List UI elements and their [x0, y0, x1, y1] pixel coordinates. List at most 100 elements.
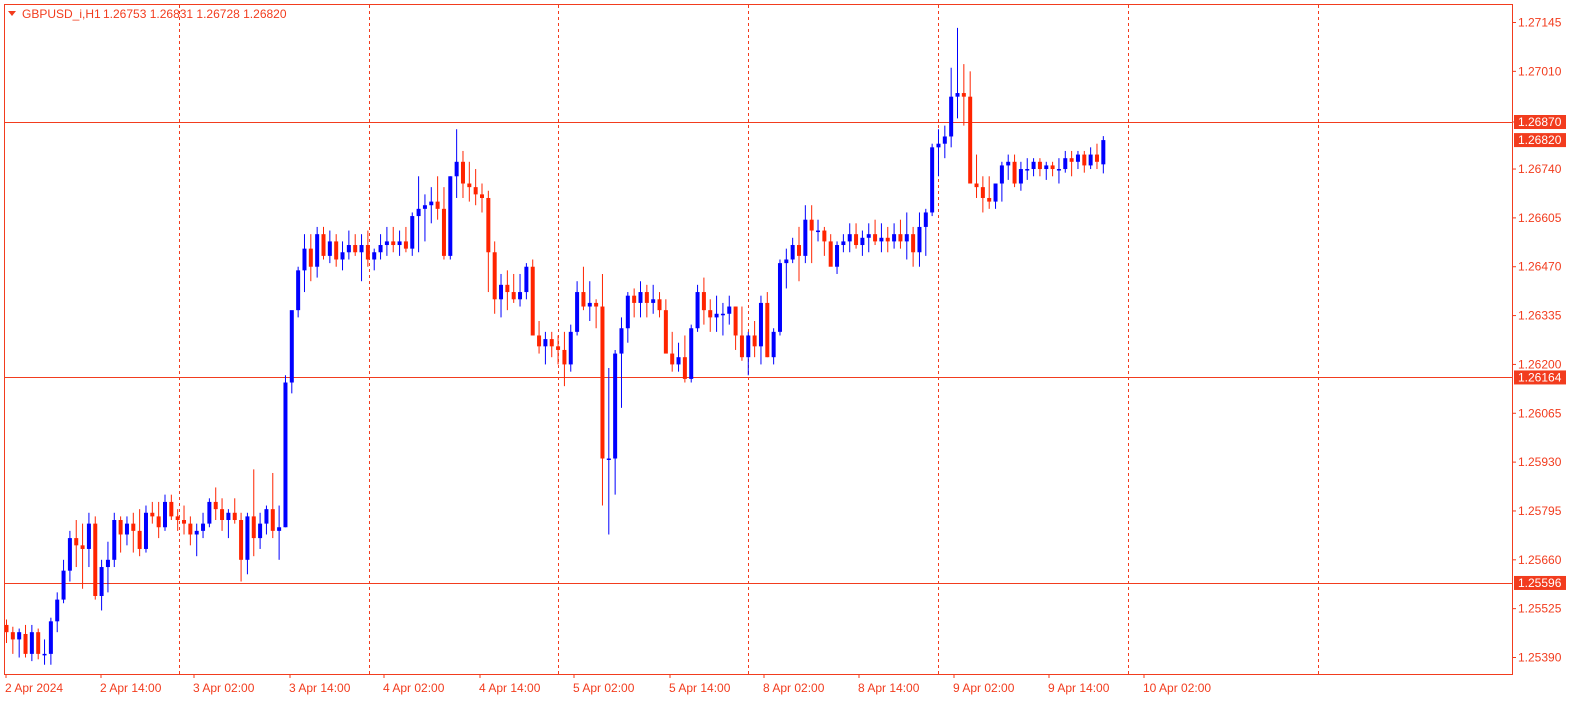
price-tick-label: 1.27010 — [1518, 64, 1562, 78]
candle-body — [638, 292, 643, 303]
candle-body — [1094, 154, 1099, 162]
candle-body — [720, 313, 725, 316]
price-tick-label: 1.26470 — [1518, 260, 1562, 274]
price-chart[interactable]: 1.27145 1.27010 1.26870 1.26740 1.26605 1.264… — [0, 0, 1586, 709]
candle-body — [378, 245, 383, 253]
candle-body — [739, 335, 744, 358]
candle-body — [854, 234, 859, 246]
price-tick-label: 1.25795 — [1518, 504, 1562, 518]
candle-body — [885, 237, 890, 242]
candle-body — [182, 520, 187, 524]
candle-body — [993, 183, 998, 202]
candle-body — [232, 512, 237, 521]
candle-body — [10, 632, 15, 640]
candle-body — [644, 292, 649, 303]
candle-body — [384, 241, 389, 246]
candle-body — [708, 310, 713, 318]
candle-body — [1088, 154, 1093, 166]
candle-body — [771, 331, 776, 358]
candle-body — [511, 292, 516, 300]
price-tick-label: 1.26740 — [1518, 162, 1562, 176]
price-tag-label: 1.26870 — [1518, 115, 1562, 129]
candle-body — [448, 176, 453, 256]
candle-body — [714, 313, 719, 318]
candle-body — [980, 187, 985, 198]
candle — [207, 498, 212, 528]
candle-body — [949, 96, 954, 137]
candle-body — [670, 353, 675, 365]
candle-body — [594, 302, 599, 307]
candle-body — [137, 530, 142, 549]
candle-body — [568, 331, 573, 365]
candle-body — [1012, 161, 1017, 184]
candle-body — [480, 194, 484, 198]
candle-body — [784, 259, 789, 264]
candle-body — [701, 292, 706, 311]
candle-body — [422, 205, 427, 209]
candle-body — [55, 599, 60, 622]
time-label: 8 Apr 14:00 — [858, 681, 920, 695]
candle — [283, 375, 288, 528]
candle-body — [391, 241, 396, 246]
candle-body — [663, 310, 668, 354]
candle-body — [689, 328, 694, 379]
candle-body — [613, 353, 618, 459]
candle-body — [321, 234, 326, 256]
candle-body — [213, 501, 218, 510]
candle — [448, 176, 453, 260]
time-label: 9 Apr 14:00 — [1048, 681, 1110, 695]
candle — [296, 266, 301, 318]
candle-body — [866, 234, 871, 238]
candle-body — [835, 245, 840, 267]
candle-body — [131, 523, 136, 531]
candle-body — [441, 208, 446, 256]
candle-body — [175, 516, 180, 521]
candle-body — [942, 136, 947, 144]
candle-body — [207, 501, 212, 524]
candle — [689, 324, 694, 383]
time-label: 5 Apr 14:00 — [669, 681, 731, 695]
candle-body — [403, 241, 408, 249]
time-label: 8 Apr 02:00 — [763, 681, 825, 695]
candle-body — [682, 357, 687, 379]
candle-body — [143, 512, 148, 549]
candle-body — [562, 349, 567, 365]
price-tick-label: 1.26065 — [1518, 406, 1562, 420]
candle-body — [17, 632, 22, 640]
candle — [289, 310, 294, 394]
candle-body — [289, 310, 294, 383]
time-label: 4 Apr 02:00 — [383, 681, 445, 695]
candle-body — [270, 509, 275, 531]
candle-body — [917, 226, 922, 253]
candle — [777, 259, 782, 336]
candle-body — [150, 512, 155, 517]
candle-body — [74, 538, 79, 546]
candle-body — [201, 523, 206, 531]
candle-body — [315, 234, 320, 267]
price-tick-label: 1.25660 — [1518, 553, 1562, 567]
ohlc-readout: 1.26753 1.26831 1.26728 1.26820 — [103, 7, 287, 21]
candle-body — [264, 509, 269, 524]
candle-body — [499, 284, 504, 300]
candle-body — [619, 328, 624, 354]
candle-body — [879, 237, 884, 242]
candle-body — [188, 523, 193, 535]
candle-body — [828, 241, 833, 267]
candle-body — [105, 559, 110, 568]
candle-body — [429, 201, 434, 206]
candle-body — [1056, 169, 1061, 171]
candle-body — [296, 270, 301, 311]
candle-body — [486, 197, 491, 253]
price-tag-current-price: 1.26820 — [1514, 133, 1566, 148]
candle-body — [746, 335, 751, 358]
candle-body — [340, 252, 345, 260]
chart-background — [0, 0, 1586, 709]
candle-body — [873, 234, 878, 242]
candle-body — [911, 234, 916, 253]
candle-body — [410, 216, 415, 249]
candle-body — [803, 219, 808, 256]
chart-header: GBPUSD_i,H1 1.26753 1.26831 1.26728 1.26… — [8, 7, 287, 21]
candle-body — [327, 241, 332, 256]
candle-body — [220, 509, 225, 521]
candle-body — [156, 516, 161, 528]
